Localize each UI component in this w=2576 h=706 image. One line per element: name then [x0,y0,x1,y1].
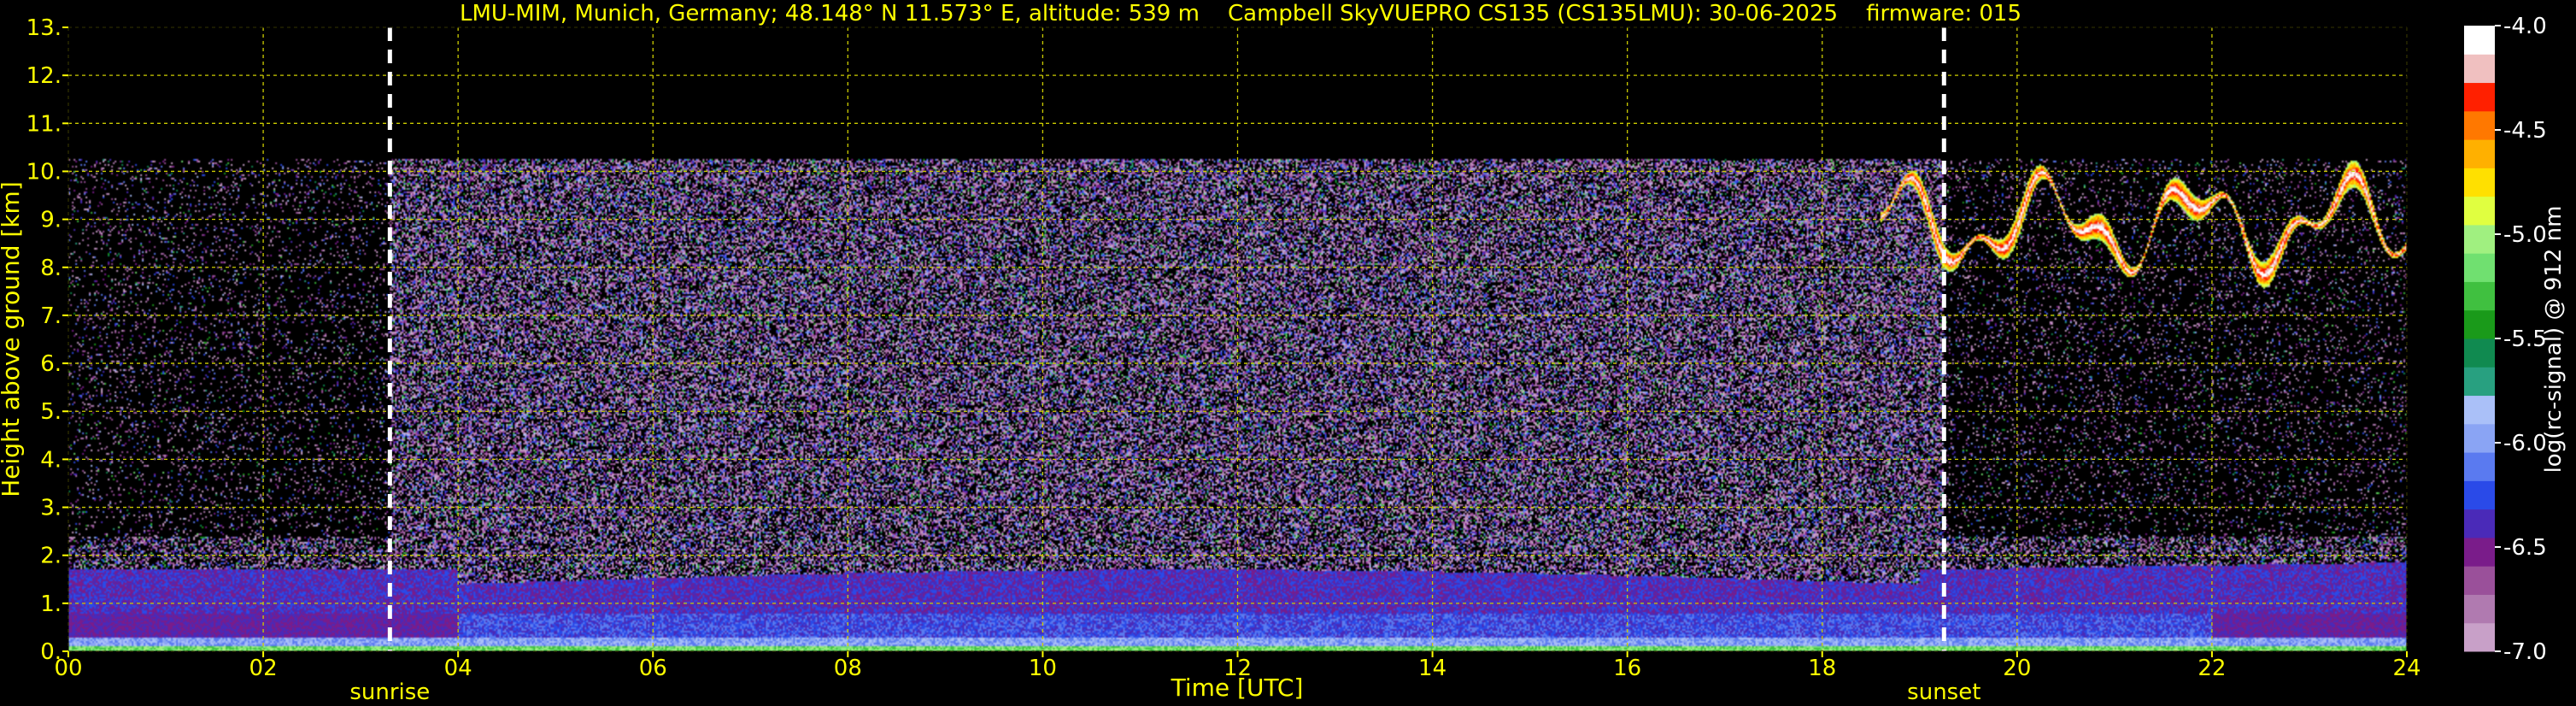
y-tick-label: 0. [40,639,62,665]
x-tick-label: 24 [2392,656,2421,681]
colorbar-label: log(rc-signal) @ 912 nm [2541,206,2567,474]
colorbar-segment [2464,110,2495,140]
y-tick-label: 6. [40,351,62,377]
y-tick-label: 9. [40,208,62,233]
colorbar-segment [2464,196,2495,226]
colorbar-segment [2464,594,2495,624]
x-tick-label: 06 [639,656,667,681]
colorbar-tick-label: -6.5 [2503,535,2547,561]
y-tick-label: 1. [40,591,62,617]
colorbar-tick-label: -7.0 [2503,639,2547,665]
y-tick-label: 8. [40,256,62,281]
chart-title: LMU-MIM, Munich, Germany; 48.148° N 11.5… [460,1,2021,26]
x-tick-label: 20 [2003,656,2031,681]
plot-area [67,26,2408,652]
y-tick-label: 2. [40,544,62,569]
backscatter-heatmap [68,27,2407,651]
colorbar-segment [2464,480,2495,510]
colorbar-segment [2464,367,2495,397]
x-tick-label: 04 [444,656,472,681]
ceilometer-figure: LMU-MIM, Munich, Germany; 48.148° N 11.5… [0,0,2576,706]
y-tick-label: 3. [40,496,62,521]
colorbar-segment [2464,168,2495,197]
y-tick-label: 11. [26,111,62,137]
y-axis-label: Height above ground [km] [0,181,25,497]
colorbar-segment [2464,452,2495,481]
colorbar-segment [2464,537,2495,567]
y-tick-label: 4. [40,447,62,473]
colorbar-segment [2464,82,2495,112]
colorbar-tick-label: -4.5 [2503,118,2547,144]
colorbar-segment [2464,309,2495,339]
colorbar-segment [2464,281,2495,311]
x-axis-label: Time [UTC] [1171,674,1304,702]
x-tick-label: 22 [2198,656,2226,681]
colorbar-segment [2464,26,2495,55]
x-tick-label: 08 [834,656,862,681]
x-tick-label: 18 [1808,656,1836,681]
x-tick-label: 14 [1418,656,1446,681]
y-tick-label: 13. [26,15,62,41]
x-tick-label: 10 [1029,656,1057,681]
colorbar-segment [2464,224,2495,254]
colorbar-segment [2464,395,2495,425]
y-tick-label: 12. [26,63,62,89]
sunrise-label: sunrise [349,680,430,705]
colorbar-segment [2464,338,2495,368]
y-tick-label: 5. [40,399,62,425]
colorbar-segment [2464,622,2495,652]
y-tick-label: 10. [26,159,62,185]
colorbar-tick-label: -4.0 [2503,14,2547,39]
sunset-label: sunset [1907,680,1980,705]
colorbar-segment [2464,509,2495,538]
colorbar-segment [2464,54,2495,84]
x-tick-label: 16 [1613,656,1641,681]
colorbar-segment [2464,253,2495,282]
colorbar-segment [2464,566,2495,595]
y-tick-label: 7. [40,303,62,329]
colorbar [2464,26,2495,652]
colorbar-segment [2464,423,2495,453]
colorbar-segment [2464,139,2495,168]
x-tick-label: 02 [249,656,278,681]
